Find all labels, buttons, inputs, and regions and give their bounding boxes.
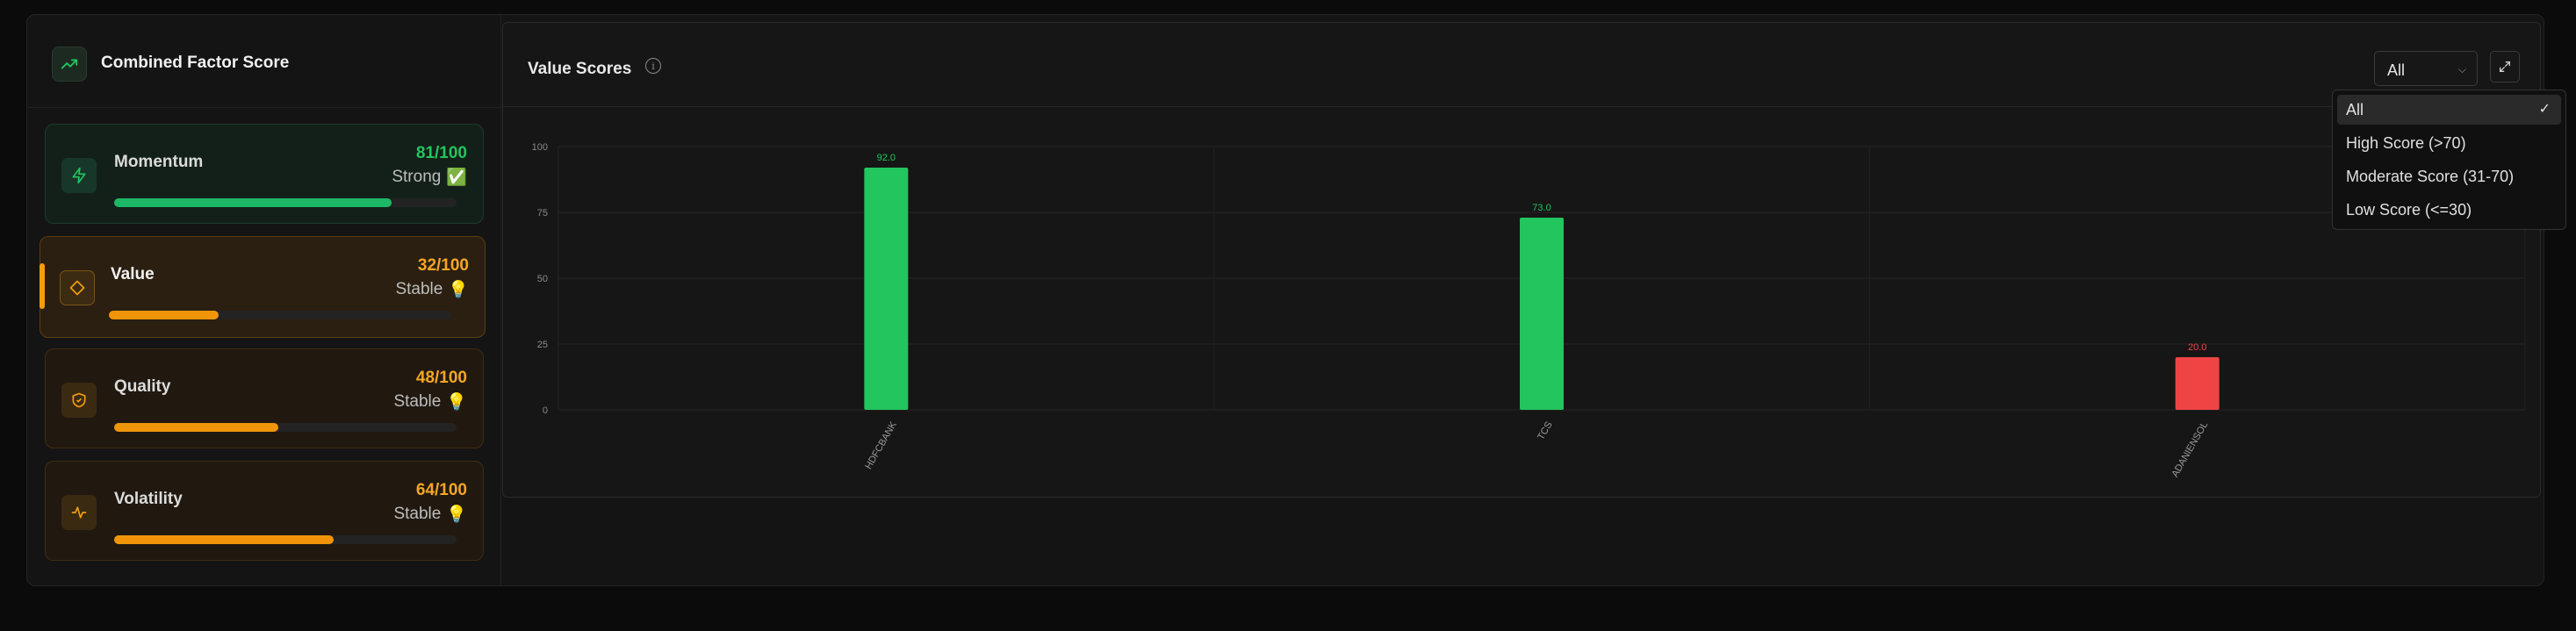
progress-fill xyxy=(109,311,219,319)
progress-track xyxy=(114,535,457,544)
progress-fill xyxy=(114,535,334,544)
trending-up-icon xyxy=(52,47,87,82)
check-icon: ✓ xyxy=(2538,102,2551,117)
bolt-icon xyxy=(61,158,97,193)
factor-status-label: Stable xyxy=(393,505,442,523)
expand-button[interactable] xyxy=(2490,51,2520,82)
progress-fill xyxy=(114,423,279,432)
factor-score: 32/100 xyxy=(417,256,469,275)
lightbulb-icon: 💡 xyxy=(446,506,467,524)
factor-name: Momentum xyxy=(114,153,204,171)
info-icon[interactable]: i xyxy=(645,58,661,74)
factor-status-label: Strong xyxy=(392,168,442,186)
dropdown-option-label: All xyxy=(2346,101,2364,118)
factor-status: Stable 💡 xyxy=(395,279,469,300)
factor-score: 64/100 xyxy=(415,481,467,499)
factor-name: Value xyxy=(111,265,155,283)
pulse-icon xyxy=(61,495,97,530)
chart-panel-header: Value Scores i All ⌵ xyxy=(503,23,2540,107)
progress-track xyxy=(114,198,457,207)
dropdown-option-label: Low Score (<=30) xyxy=(2346,201,2472,219)
factor-score: 48/100 xyxy=(415,369,467,387)
lightbulb-icon: 💡 xyxy=(446,393,467,412)
factor-status: Stable 💡 xyxy=(393,504,467,525)
dropdown-option[interactable]: Moderate Score (31-70) xyxy=(2337,161,2561,191)
dropdown-option[interactable]: All ✓ xyxy=(2337,95,2561,125)
factor-name: Quality xyxy=(114,377,171,396)
factor-card-value[interactable]: Value 32/100 Stable 💡 xyxy=(40,236,486,338)
progress-track xyxy=(114,423,457,432)
factor-status-label: Stable xyxy=(395,280,443,298)
dropdown-option[interactable]: Low Score (<=30) xyxy=(2337,195,2561,225)
factor-panel-header: Combined Factor Score xyxy=(27,15,501,108)
progress-track xyxy=(109,311,451,319)
factor-card-momentum[interactable]: Momentum 81/100 Strong ✅ xyxy=(45,124,484,224)
factor-card-quality[interactable]: Quality 48/100 Stable 💡 xyxy=(45,348,484,448)
chart-panel: Value Scores i All ⌵ xyxy=(502,22,2541,498)
lightbulb-icon: 💡 xyxy=(448,281,469,299)
expand-icon xyxy=(2500,61,2510,72)
check-icon: ✅ xyxy=(446,169,467,187)
score-filter-value: All xyxy=(2387,61,2406,79)
factor-status: Strong ✅ xyxy=(392,167,467,188)
factor-dashboard: Combined Factor Score Momentum 81/100 St… xyxy=(26,14,2544,586)
factor-status-label: Stable xyxy=(393,392,442,411)
factor-score: 81/100 xyxy=(415,144,467,162)
factor-name: Volatility xyxy=(114,490,183,508)
dropdown-option[interactable]: High Score (>70) xyxy=(2337,128,2561,158)
factor-status: Stable 💡 xyxy=(393,391,467,412)
dropdown-option-label: High Score (>70) xyxy=(2346,134,2466,152)
factor-card-volatility[interactable]: Volatility 64/100 Stable 💡 xyxy=(45,461,484,561)
chart-title: Value Scores xyxy=(528,60,632,78)
shield-icon xyxy=(61,383,97,418)
score-filter-dropdown: All ✓ High Score (>70) Moderate Score (31-7… xyxy=(2332,90,2566,230)
diamond-icon xyxy=(60,270,95,305)
panel-title: Combined Factor Score xyxy=(101,54,290,72)
factor-panel: Combined Factor Score Momentum 81/100 St… xyxy=(27,15,501,585)
dropdown-option-label: Moderate Score (31-70) xyxy=(2346,168,2515,185)
score-filter-select[interactable]: All ⌵ xyxy=(2374,51,2478,86)
progress-fill xyxy=(114,198,392,207)
chevron-down-icon: ⌵ xyxy=(2457,63,2466,75)
